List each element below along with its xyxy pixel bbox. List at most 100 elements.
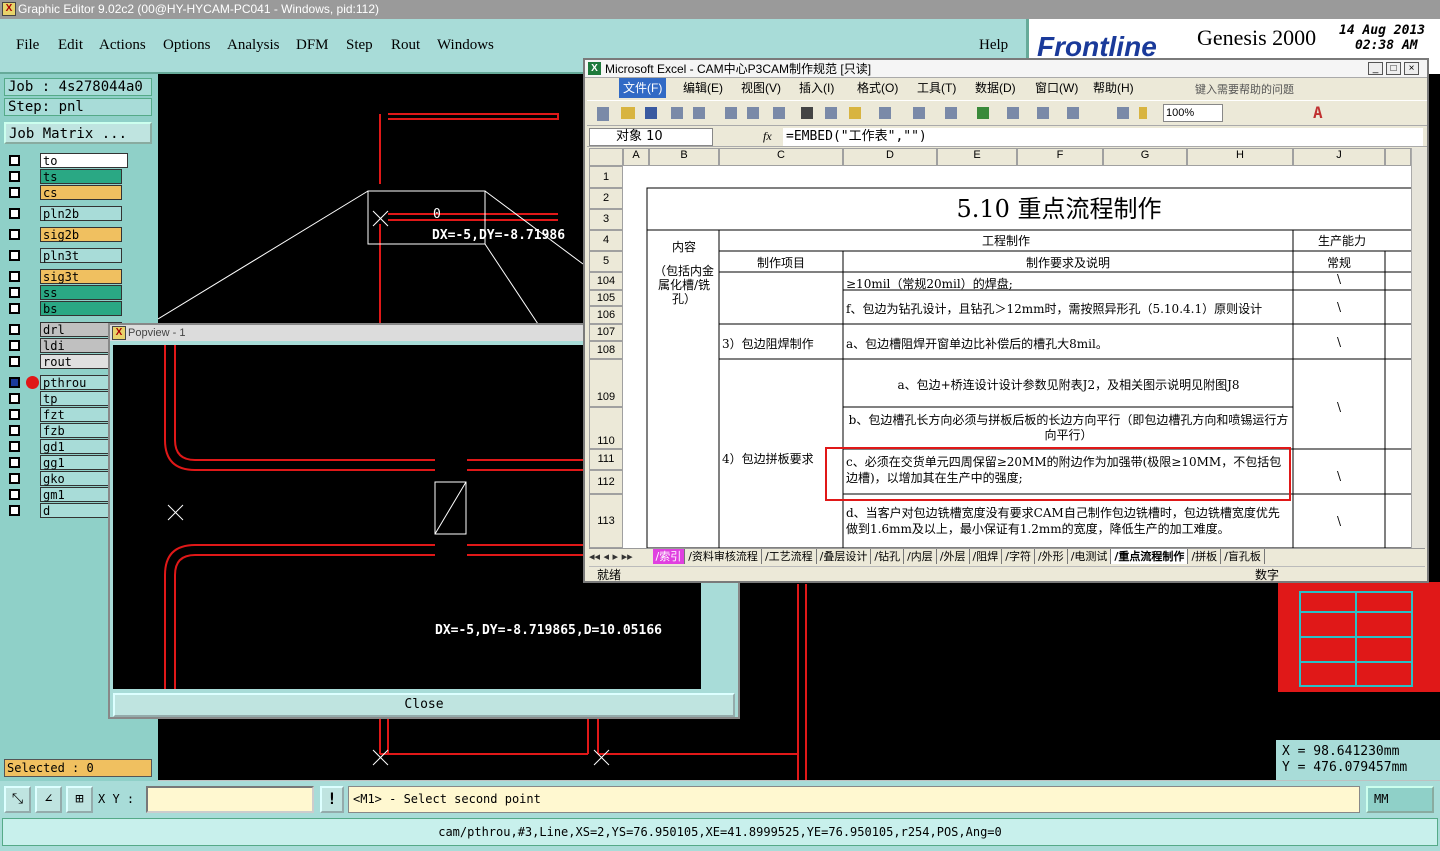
layer-checkbox[interactable]: [9, 324, 20, 335]
sheet-tab[interactable]: /阻焊: [970, 549, 1003, 564]
sheet-tab[interactable]: /电测试: [1068, 549, 1112, 564]
layer-row-cs[interactable]: cs: [6, 185, 122, 200]
layer-row-ss[interactable]: ss: [6, 285, 122, 300]
layer-checkbox[interactable]: [9, 473, 20, 484]
layer-row-pthrou[interactable]: pthrou: [6, 375, 122, 390]
layer-checkbox[interactable]: [9, 377, 20, 388]
menu-rout[interactable]: Rout: [391, 37, 420, 54]
units-select[interactable]: MM: [1366, 786, 1434, 813]
sheet-tab[interactable]: /内层: [904, 549, 937, 564]
layer-row-fzt[interactable]: fzt: [6, 407, 122, 422]
layer-name[interactable]: ts: [40, 169, 122, 184]
layer-row-tp[interactable]: tp: [6, 391, 122, 406]
layer-row-rout[interactable]: rout: [6, 354, 122, 369]
layer-row-drl[interactable]: drl: [6, 322, 122, 337]
layer-checkbox[interactable]: [9, 287, 20, 298]
sheet-tab[interactable]: /字符: [1002, 549, 1035, 564]
layer-row-gd1[interactable]: gd1: [6, 439, 122, 454]
sheet-tab[interactable]: /外层: [937, 549, 970, 564]
layer-row-to[interactable]: to: [6, 153, 128, 168]
excel-menu-item[interactable]: 数据(D): [971, 78, 1020, 98]
layer-row-ldi[interactable]: ldi: [6, 338, 122, 353]
layer-row-sig2b[interactable]: sig2b: [6, 227, 122, 242]
sheet-tab[interactable]: /工艺流程: [762, 549, 817, 564]
layer-checkbox[interactable]: [9, 155, 20, 166]
sheet-tab[interactable]: /拼板: [1188, 549, 1222, 564]
toolbar-icons[interactable]: [587, 101, 1151, 125]
excel-menu-item[interactable]: 视图(V): [737, 78, 785, 98]
layer-name[interactable]: pln2b: [40, 206, 122, 221]
layer-checkbox[interactable]: [9, 171, 20, 182]
grid-icon[interactable]: ⊞: [66, 786, 93, 813]
help-search-input[interactable]: 键入需要帮助的问题: [1195, 80, 1375, 96]
name-box[interactable]: 对象 10: [589, 128, 713, 146]
sheet-tab[interactable]: /盲孔板: [1221, 549, 1265, 564]
excel-menu-item[interactable]: 工具(T): [913, 78, 960, 98]
excel-menu-item[interactable]: 编辑(E): [679, 78, 727, 98]
warning-icon[interactable]: !: [320, 786, 344, 813]
layer-row-bs[interactable]: bs: [6, 301, 122, 316]
excel-menu-item[interactable]: 插入(I): [795, 78, 838, 98]
sheet-tab[interactable]: /外形: [1035, 549, 1068, 564]
layer-row-pln2b[interactable]: pln2b: [6, 206, 122, 221]
layer-name[interactable]: sig3t: [40, 269, 122, 284]
layer-checkbox[interactable]: [9, 208, 20, 219]
menu-edit[interactable]: Edit: [58, 37, 83, 54]
layer-checkbox[interactable]: [9, 425, 20, 436]
layer-row-sig3t[interactable]: sig3t: [6, 269, 122, 284]
layer-row-ts[interactable]: ts: [6, 169, 122, 184]
restore-button[interactable]: □: [1386, 62, 1401, 75]
sheet-tab[interactable]: /钻孔: [871, 549, 905, 564]
spreadsheet-grid[interactable]: A B C D E F G H J 1 2 3 4 5 104 105 106 …: [589, 148, 1411, 548]
layer-row-gko[interactable]: gko: [6, 471, 122, 486]
menu-help[interactable]: Help: [979, 37, 1008, 54]
layer-name[interactable]: to: [40, 153, 128, 168]
layer-checkbox[interactable]: [9, 393, 20, 404]
excel-menu-item[interactable]: 帮助(H): [1089, 78, 1138, 98]
zoom-icon[interactable]: ⤡: [4, 786, 31, 813]
layer-checkbox[interactable]: [9, 340, 20, 351]
menu-options[interactable]: Options: [163, 37, 211, 54]
layer-checkbox[interactable]: [9, 229, 20, 240]
layer-name[interactable]: pln3t: [40, 248, 122, 263]
layer-name[interactable]: cs: [40, 185, 122, 200]
excel-menu-item[interactable]: 文件(F): [619, 78, 667, 98]
layer-checkbox[interactable]: [9, 505, 20, 516]
layer-checkbox[interactable]: [9, 409, 20, 420]
excel-menu-item[interactable]: 窗口(W): [1031, 78, 1082, 98]
close-button[interactable]: Close: [113, 693, 735, 717]
zoom-select[interactable]: 100%: [1163, 104, 1223, 122]
close-window-button[interactable]: ×: [1404, 62, 1419, 75]
font-color-icon[interactable]: A: [1313, 103, 1323, 122]
layer-checkbox[interactable]: [9, 489, 20, 500]
xy-input[interactable]: [146, 786, 314, 813]
layer-checkbox[interactable]: [9, 457, 20, 468]
menu-dfm[interactable]: DFM: [296, 37, 329, 54]
layer-checkbox[interactable]: [9, 187, 20, 198]
angle-icon[interactable]: ∠: [35, 786, 62, 813]
layer-name[interactable]: sig2b: [40, 227, 122, 242]
layer-checkbox[interactable]: [9, 271, 20, 282]
menu-windows[interactable]: Windows: [437, 37, 494, 54]
layer-checkbox[interactable]: [9, 250, 20, 261]
menu-actions[interactable]: Actions: [99, 37, 146, 54]
sheet-tab[interactable]: /索引: [652, 549, 686, 564]
layer-name[interactable]: ss: [40, 285, 122, 300]
vertical-scrollbar[interactable]: [1411, 148, 1427, 548]
menu-file[interactable]: File: [16, 37, 39, 54]
layer-name[interactable]: bs: [40, 301, 122, 316]
layer-row-d[interactable]: d: [6, 503, 122, 518]
layer-checkbox[interactable]: [9, 303, 20, 314]
excel-menu-item[interactable]: 格式(O): [853, 78, 902, 98]
menu-step[interactable]: Step: [346, 37, 373, 54]
sheet-tab[interactable]: /资料审核流程: [685, 549, 762, 564]
layer-row-gg1[interactable]: gg1: [6, 455, 122, 470]
minimize-button[interactable]: _: [1368, 62, 1383, 75]
tab-nav-arrows[interactable]: ◂◂ ◂ ▸ ▸▸: [589, 549, 649, 564]
formula-input[interactable]: =EMBED("工作表",""): [783, 128, 1423, 146]
menu-analysis[interactable]: Analysis: [227, 37, 280, 54]
layer-row-pln3t[interactable]: pln3t: [6, 248, 122, 263]
layer-checkbox[interactable]: [9, 356, 20, 367]
layer-row-gm1[interactable]: gm1: [6, 487, 122, 502]
layer-row-fzb[interactable]: fzb: [6, 423, 122, 438]
